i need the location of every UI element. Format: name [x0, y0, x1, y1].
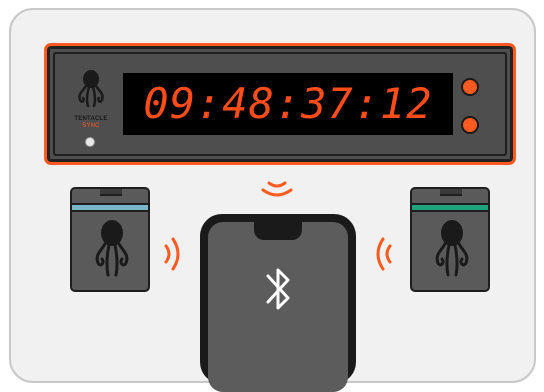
tag-notch	[100, 189, 122, 196]
timecode-value: 09:48:37:12	[143, 79, 433, 128]
tag-stripe	[412, 203, 488, 212]
tag-notch	[440, 189, 462, 196]
octopus-icon	[95, 220, 129, 277]
octopus-icon	[78, 70, 104, 108]
device-button-bottom[interactable]	[461, 116, 479, 134]
brand-label: TENTACLE SYNC	[61, 116, 121, 130]
bluetooth-icon	[266, 268, 290, 310]
sync-tag-left	[70, 187, 150, 292]
tag-stripe	[72, 203, 148, 212]
status-led	[85, 137, 95, 147]
brand-name: TENTACLE	[74, 116, 108, 122]
wireless-signal-icon-top	[261, 181, 293, 197]
timecode-device: TENTACLE SYNC 09:48:37:12	[44, 43, 516, 165]
phone-notch	[254, 222, 302, 240]
sync-tag-right	[410, 187, 490, 292]
device-button-top[interactable]	[461, 78, 479, 96]
wireless-signal-icon-right	[376, 237, 392, 271]
octopus-icon	[435, 220, 469, 277]
wireless-signal-icon-left	[164, 237, 180, 271]
timecode-display: 09:48:37:12	[123, 73, 453, 135]
smartphone	[200, 214, 356, 392]
brand-sub: SYNC	[82, 123, 100, 129]
